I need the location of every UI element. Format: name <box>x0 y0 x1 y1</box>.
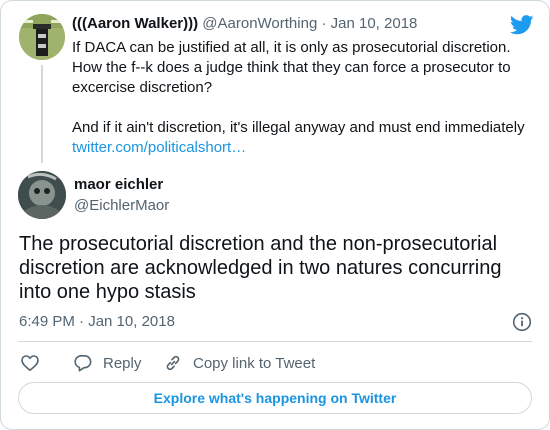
heart-icon <box>21 355 39 371</box>
parent-tweet-text: If DACA can be justified at all, it is o… <box>72 39 525 136</box>
copy-link-label: Copy link to Tweet <box>193 354 316 372</box>
reply-button[interactable]: Reply <box>73 353 141 373</box>
twitter-bird-icon[interactable] <box>509 15 534 35</box>
copy-link-button[interactable]: Copy link to Tweet <box>163 353 315 373</box>
like-button[interactable] <box>20 353 40 373</box>
parent-tweet-header: (((Aaron Walker))) @AaronWorthing · Jan … <box>72 15 417 32</box>
author-avatar[interactable] <box>18 171 66 219</box>
reply-bubble-icon <box>74 355 92 372</box>
parent-display-name[interactable]: (((Aaron Walker))) <box>72 15 198 32</box>
tweet-embed-card: (((Aaron Walker))) @AaronWorthing · Jan … <box>0 0 550 430</box>
reply-label: Reply <box>103 354 142 372</box>
divider <box>18 341 532 342</box>
explore-twitter-button[interactable]: Explore what's happening on Twitter <box>18 382 532 414</box>
parent-tweet-link[interactable]: twitter.com/politicalshort… <box>72 139 246 156</box>
link-icon <box>166 355 180 371</box>
parent-handle[interactable]: @AaronWorthing <box>202 15 317 32</box>
author-display-name[interactable]: maor eichler <box>74 176 163 193</box>
thread-connector-line <box>41 65 43 163</box>
info-icon[interactable] <box>512 312 532 332</box>
parent-avatar[interactable] <box>19 14 65 60</box>
tweet-text: The prosecutorial discretion and the non… <box>19 233 502 303</box>
tweet-timestamp[interactable]: 6:49 PM · Jan 10, 2018 <box>19 313 175 330</box>
author-handle[interactable]: @EichlerMaor <box>74 197 169 214</box>
parent-date[interactable]: Jan 10, 2018 <box>331 15 418 32</box>
parent-separator: · <box>317 15 331 32</box>
